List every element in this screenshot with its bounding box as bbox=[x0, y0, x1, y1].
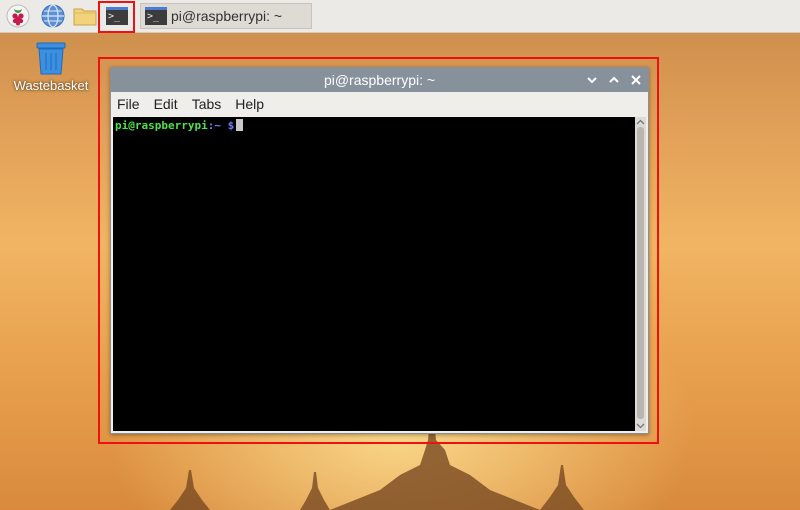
close-button[interactable] bbox=[630, 74, 642, 86]
globe-icon bbox=[41, 4, 65, 28]
menu-help[interactable]: Help bbox=[235, 96, 264, 112]
raspberry-menu-button[interactable] bbox=[5, 3, 31, 29]
pagoda-silhouette-small bbox=[300, 472, 330, 510]
menu-file[interactable]: File bbox=[117, 96, 140, 112]
chevron-down-icon bbox=[587, 77, 597, 84]
desktop-icon-label: Wastebasket bbox=[13, 78, 89, 93]
raspberry-menu-icon bbox=[6, 4, 30, 28]
file-manager-button[interactable] bbox=[72, 3, 98, 29]
scroll-down-arrow-icon[interactable] bbox=[635, 421, 646, 430]
wastebasket-icon bbox=[36, 42, 66, 75]
taskbar-task-terminal[interactable]: >_ pi@raspberrypi: ~ bbox=[140, 3, 312, 29]
desktop-icon-wastebasket[interactable]: Wastebasket bbox=[10, 40, 92, 93]
prompt-path: ~ bbox=[214, 119, 221, 132]
pagoda-silhouette-small bbox=[170, 470, 210, 510]
scroll-up-arrow-icon[interactable] bbox=[635, 118, 646, 127]
web-browser-button[interactable] bbox=[40, 3, 66, 29]
chevron-up-icon bbox=[609, 76, 619, 83]
text-cursor bbox=[236, 119, 244, 131]
window-controls bbox=[586, 68, 642, 92]
terminal-icon: >_ bbox=[145, 7, 167, 25]
close-icon bbox=[631, 75, 641, 85]
folder-icon bbox=[73, 8, 97, 26]
window-menubar: File Edit Tabs Help bbox=[111, 92, 648, 116]
pagoda-silhouette-small bbox=[540, 465, 584, 510]
prompt-user-host: pi@raspberrypi bbox=[115, 119, 208, 132]
menu-tabs[interactable]: Tabs bbox=[192, 96, 222, 112]
maximize-button[interactable] bbox=[608, 74, 620, 86]
scrollbar-thumb[interactable] bbox=[637, 127, 644, 419]
highlight-box-launcher bbox=[98, 1, 135, 33]
terminal-scrollbar[interactable] bbox=[635, 117, 646, 431]
terminal-window: pi@raspberrypi: ~ File Edit Tabs Help pi… bbox=[110, 67, 649, 434]
taskbar-task-label: pi@raspberrypi: ~ bbox=[171, 8, 283, 24]
terminal-output-area[interactable]: pi@raspberrypi:~ $ bbox=[113, 117, 635, 431]
minimize-button[interactable] bbox=[586, 74, 598, 86]
prompt-symbol: $ bbox=[220, 119, 235, 132]
window-titlebar[interactable]: pi@raspberrypi: ~ bbox=[111, 68, 648, 92]
menu-edit[interactable]: Edit bbox=[154, 96, 178, 112]
window-title: pi@raspberrypi: ~ bbox=[323, 72, 436, 88]
